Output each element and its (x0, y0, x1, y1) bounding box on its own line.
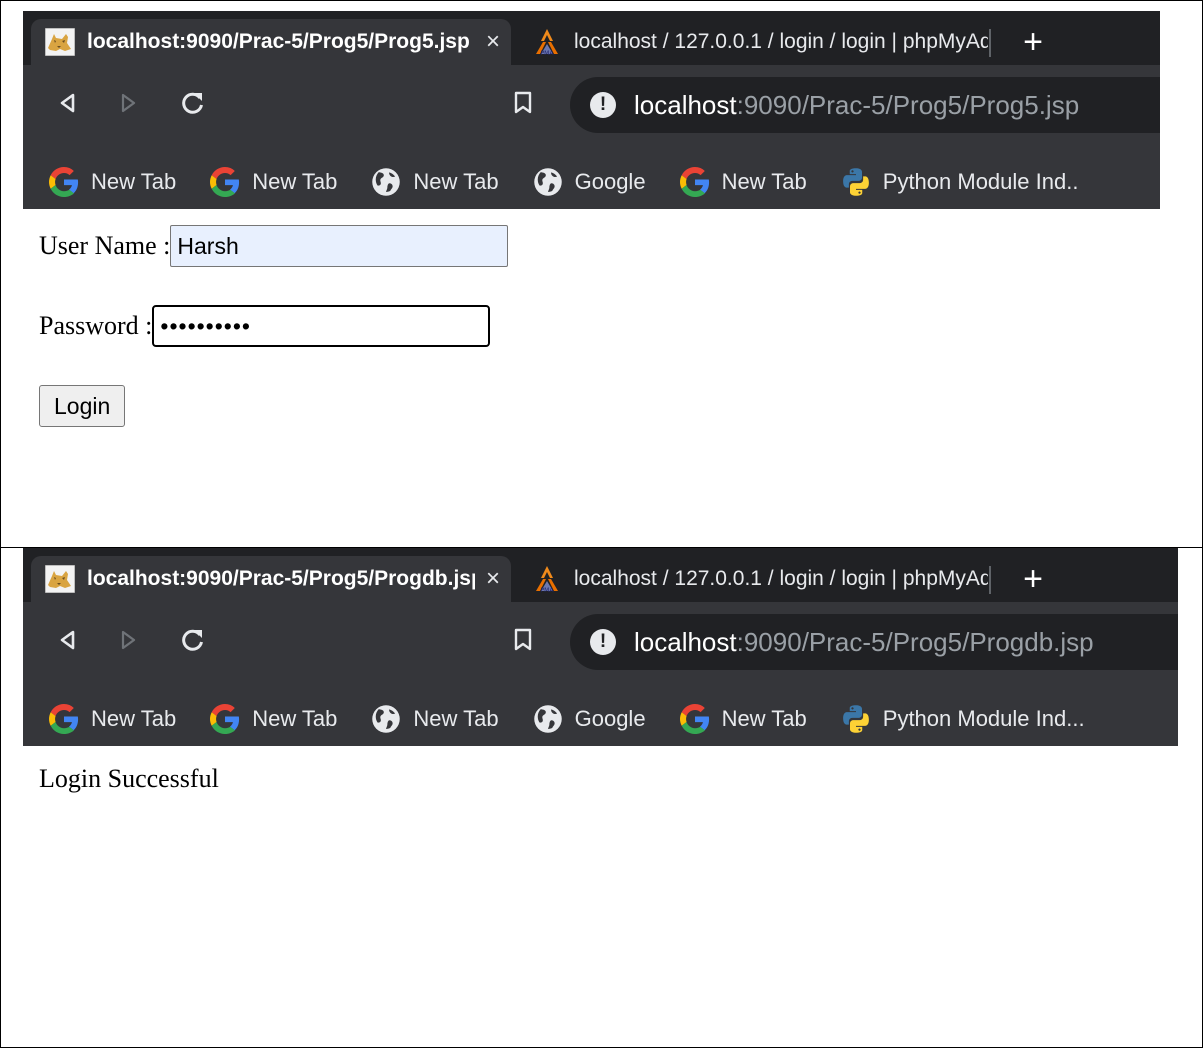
bookmark-item[interactable]: Python Module Ind... (841, 704, 1085, 734)
username-label: User Name : (39, 231, 171, 260)
password-row: Password : •••••••••• (39, 305, 491, 347)
bookmark-item[interactable]: New Tab (680, 167, 807, 197)
bookmark-label: New Tab (91, 169, 177, 194)
reload-icon[interactable] (173, 620, 213, 660)
bookmarks-bar: New Tab New Tab New Tab Google New Tab P… (23, 682, 1178, 756)
url-text: localhost:9090/Prac-5/Prog5/Progdb.jsp (634, 627, 1094, 658)
tab-title: localhost:9090/Prac-5/Prog5/Progdb.jsp (87, 567, 475, 590)
screenshot-cell-login-form: localhost:9090/Prac-5/Prog5/Prog5.jsp × … (0, 0, 1203, 548)
tab-phpmyadmin[interactable]: localhost / 127.0.0.1 / login / login | … (518, 556, 988, 602)
url-path: :9090/Prac-5/Prog5/Progdb.jsp (736, 626, 1094, 657)
reload-icon[interactable] (173, 83, 213, 123)
bookmark-label: Python Module Ind... (882, 706, 1085, 731)
phpmyadmin-favicon-icon (532, 565, 562, 593)
bookmark-item[interactable]: New Tab (680, 704, 807, 734)
tomcat-favicon-icon (45, 28, 75, 56)
site-info-icon[interactable]: ! (590, 92, 616, 118)
globe-icon (371, 167, 401, 197)
bookmark-label: Python Module Ind.. (882, 169, 1079, 194)
bookmark-item[interactable]: Google (533, 704, 646, 734)
tab-strip: localhost:9090/Prac-5/Prog5/Prog5.jsp × … (23, 11, 1160, 65)
bookmark-item[interactable]: New Tab (49, 167, 176, 197)
bookmark-label: Google (574, 706, 646, 731)
address-bar[interactable]: ! localhost:9090/Prac-5/Prog5/Prog5.jsp (570, 77, 1160, 133)
tab-active[interactable]: localhost:9090/Prac-5/Prog5/Progdb.jsp × (31, 556, 511, 602)
google-icon (210, 167, 240, 197)
tab-title: localhost:9090/Prac-5/Prog5/Prog5.jsp (87, 30, 470, 53)
bookmark-label: New Tab (721, 169, 807, 194)
site-info-icon[interactable]: ! (590, 629, 616, 655)
login-button[interactable]: Login (39, 385, 126, 427)
python-icon (841, 167, 871, 197)
browser-chrome: localhost:9090/Prac-5/Prog5/Prog5.jsp × … (23, 11, 1160, 209)
page-content: Login Successful (23, 746, 1202, 1046)
bookmark-label: New Tab (252, 169, 338, 194)
browser-chrome: localhost:9090/Prac-5/Prog5/Progdb.jsp ×… (23, 548, 1178, 746)
bookmark-label: Google (574, 169, 646, 194)
password-input[interactable]: •••••••••• (152, 305, 491, 347)
bookmark-label: New Tab (721, 706, 807, 731)
tab-phpmyadmin[interactable]: localhost / 127.0.0.1 / login / login | … (518, 19, 988, 65)
page-content: User Name : Harsh Password : •••••••••• … (23, 209, 1202, 539)
login-success-message: Login Successful (39, 764, 219, 793)
tomcat-favicon-icon (45, 565, 75, 593)
google-icon (49, 167, 79, 197)
tab-title: localhost / 127.0.0.1 / login / login | … (574, 567, 988, 590)
tab-divider (989, 566, 991, 594)
bookmark-item[interactable]: Google (533, 167, 646, 197)
screenshot-cell-login-result: localhost:9090/Prac-5/Prog5/Progdb.jsp ×… (0, 547, 1203, 1048)
back-icon[interactable] (48, 83, 88, 123)
bookmark-label: New Tab (252, 706, 338, 731)
google-icon (210, 704, 240, 734)
bookmark-icon[interactable] (503, 83, 543, 123)
bookmarks-bar: New Tab New Tab New Tab Google New Tab P… (23, 145, 1160, 219)
login-row: Login (39, 385, 126, 427)
tab-divider (989, 29, 991, 57)
browser-toolbar: ! localhost:9090/Prac-5/Prog5/Prog5.jsp (23, 65, 1160, 145)
bookmark-item[interactable]: New Tab (371, 167, 499, 197)
url-path: :9090/Prac-5/Prog5/Prog5.jsp (736, 89, 1080, 120)
bookmark-item[interactable]: New Tab (49, 704, 176, 734)
new-tab-icon[interactable]: + (1013, 560, 1053, 600)
url-host: localhost (634, 626, 737, 657)
username-input[interactable]: Harsh (170, 225, 509, 267)
google-icon (680, 167, 710, 197)
bookmark-label: New Tab (413, 169, 499, 194)
bookmark-item[interactable]: New Tab (210, 704, 337, 734)
google-icon (680, 704, 710, 734)
browser-toolbar: ! localhost:9090/Prac-5/Prog5/Progdb.jsp (23, 602, 1178, 682)
back-icon[interactable] (48, 620, 88, 660)
google-icon (49, 704, 79, 734)
username-row: User Name : Harsh (39, 225, 509, 267)
python-icon (841, 704, 871, 734)
bookmark-icon[interactable] (503, 620, 543, 660)
bookmark-label: New Tab (91, 706, 177, 731)
url-text: localhost:9090/Prac-5/Prog5/Prog5.jsp (634, 90, 1079, 121)
bookmark-label: New Tab (413, 706, 499, 731)
close-tab-icon[interactable]: × (475, 28, 511, 56)
bookmark-item[interactable]: New Tab (210, 167, 337, 197)
tab-title: localhost / 127.0.0.1 / login / login | … (574, 30, 988, 53)
close-tab-icon[interactable]: × (475, 565, 511, 593)
globe-icon (371, 704, 401, 734)
address-bar[interactable]: ! localhost:9090/Prac-5/Prog5/Progdb.jsp (570, 614, 1178, 670)
tab-active[interactable]: localhost:9090/Prac-5/Prog5/Prog5.jsp × (31, 19, 511, 65)
phpmyadmin-favicon-icon (532, 28, 562, 56)
tab-strip: localhost:9090/Prac-5/Prog5/Progdb.jsp ×… (23, 548, 1178, 602)
globe-icon (533, 704, 563, 734)
url-host: localhost (634, 89, 737, 120)
forward-icon[interactable] (108, 83, 148, 123)
bookmark-item[interactable]: Python Module Ind.. (841, 167, 1079, 197)
password-label: Password : (39, 311, 153, 340)
new-tab-icon[interactable]: + (1013, 23, 1053, 63)
result-row: Login Successful (39, 764, 219, 794)
globe-icon (533, 167, 563, 197)
bookmark-item[interactable]: New Tab (371, 704, 499, 734)
forward-icon[interactable] (108, 620, 148, 660)
